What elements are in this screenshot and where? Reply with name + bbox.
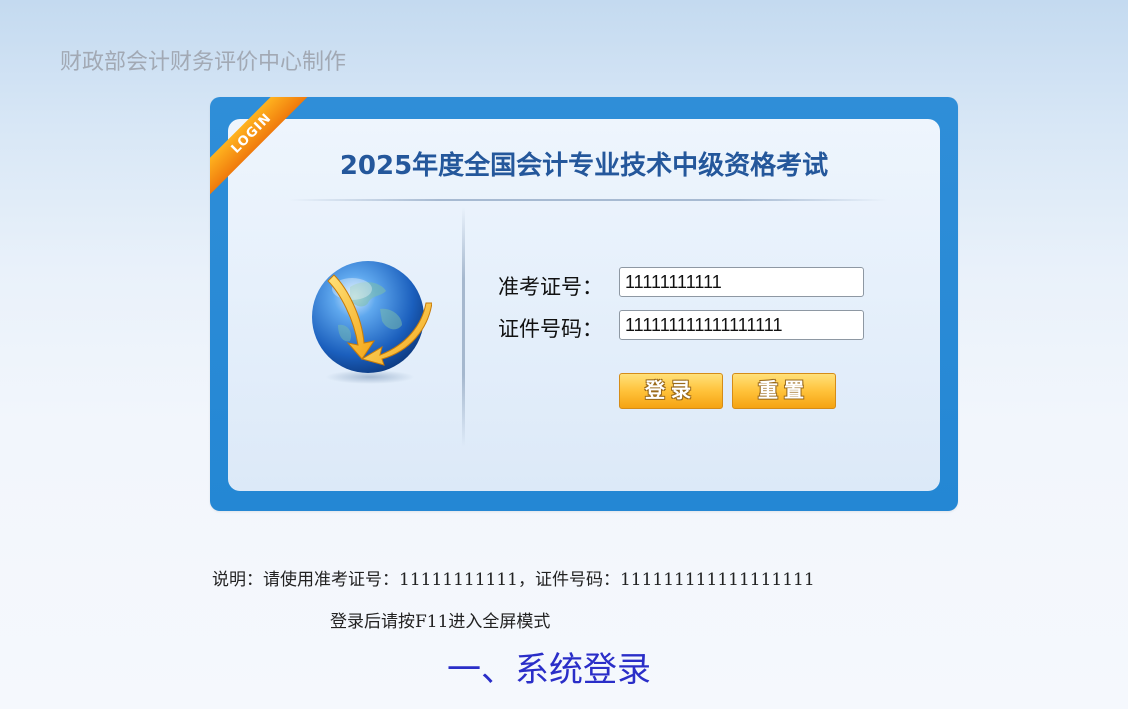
- globe-icon: [312, 261, 432, 384]
- id-number-input[interactable]: [619, 310, 864, 340]
- instructions-text: 说明：请使用准考证号：11111111111，证件号码：111111111111…: [212, 570, 815, 590]
- organization-title: 财政部会计财务评价中心制作: [60, 50, 347, 75]
- title-divider: [288, 199, 888, 201]
- login-frame: 2025年度全国会计专业技术中级资格考试 准考证号： 11111111111 证…: [210, 97, 958, 511]
- admission-number-input[interactable]: [619, 267, 864, 297]
- reset-button[interactable]: 重置: [732, 373, 836, 409]
- admission-label: 准考证号：: [498, 275, 603, 299]
- id-label: 证件号码：: [498, 317, 603, 341]
- login-panel: 2025年度全国会计专业技术中级资格考试 准考证号： 11111111111 证…: [228, 119, 940, 491]
- login-ribbon-text: LOGIN: [210, 97, 318, 200]
- login-button[interactable]: 登录: [619, 373, 723, 409]
- section-heading: 一、系统登录: [447, 650, 651, 690]
- fullscreen-tip: 登录后请按F11进入全屏模式: [330, 612, 551, 632]
- vertical-divider: [462, 207, 465, 447]
- exam-title: 2025年度全国会计专业技术中级资格考试: [339, 151, 829, 181]
- login-ribbon: LOGIN: [210, 97, 320, 207]
